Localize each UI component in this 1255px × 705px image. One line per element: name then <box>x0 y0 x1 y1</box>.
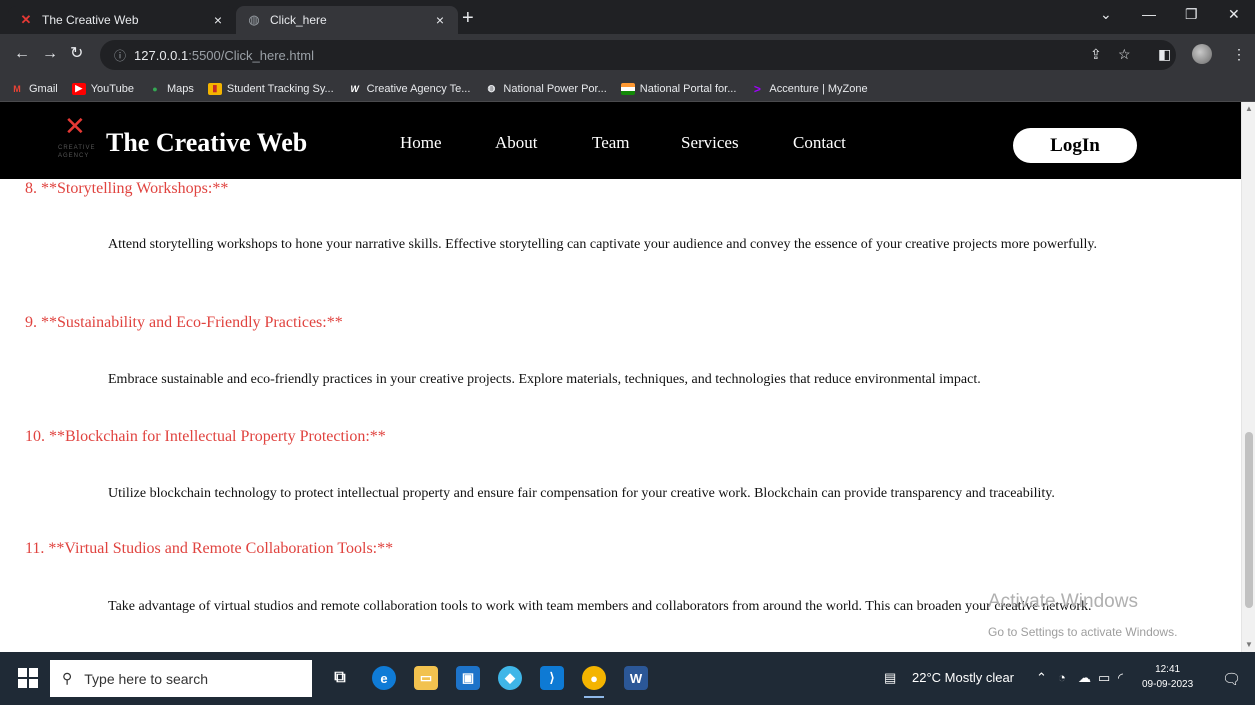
page-scrollbar[interactable]: ▲ ▼ <box>1241 102 1255 652</box>
login-button[interactable]: LogIn <box>1013 128 1137 163</box>
close-icon[interactable]: × <box>210 12 226 28</box>
section-heading: 10. **Blockchain for Intellectual Proper… <box>25 428 386 445</box>
globe-icon: ◍ <box>248 12 260 27</box>
bookmark-maps[interactable]: ● Maps <box>148 83 194 95</box>
tab-title: The Creative Web <box>42 13 139 27</box>
app-icon[interactable]: ◆ <box>498 666 522 690</box>
site-brand[interactable]: The Creative Web <box>106 128 307 158</box>
taskbar-clock[interactable]: 12:41 09-09-2023 <box>1142 662 1193 692</box>
new-tab-icon[interactable]: + <box>462 8 474 28</box>
accenture-icon: > <box>753 81 761 96</box>
scroll-up-icon[interactable]: ▲ <box>1242 104 1255 113</box>
windows-taskbar: ⚲ Type here to search ⧉ e ▭ ▣ ◆ ⟩ ● W ▤ … <box>0 652 1255 705</box>
india-flag-icon <box>620 82 635 95</box>
tab-title: Click_here <box>270 13 327 27</box>
url-path: :5500/Click_here.html <box>188 47 314 63</box>
section-text: Utilize blockchain technology to protect… <box>108 486 1055 501</box>
chevron-up-icon[interactable]: ⌃ <box>1036 670 1047 686</box>
wifi-icon[interactable]: ◜ <box>1118 670 1123 686</box>
bookmark-national-portal[interactable]: National Portal for... <box>620 82 736 95</box>
bookmark-gmail[interactable]: M Gmail <box>10 83 57 95</box>
chrome-icon[interactable]: ● <box>582 666 606 698</box>
browser-tab-strip: ✕ The Creative Web × ◍ Click_here × + ⌄ … <box>0 0 1255 34</box>
news-widget-icon[interactable]: ▤ <box>884 670 896 686</box>
section-heading: 8. **Storytelling Workshops:** <box>25 180 229 197</box>
w-icon: W <box>350 83 359 94</box>
edge-icon[interactable]: e <box>372 666 396 690</box>
nav-home[interactable]: Home <box>400 133 442 153</box>
store-icon[interactable]: ▣ <box>456 666 480 690</box>
tab-the-creative-web[interactable]: ✕ The Creative Web × <box>8 6 236 34</box>
battery-icon[interactable]: ▭ <box>1098 670 1110 686</box>
task-view-icon[interactable]: ⧉ <box>328 666 352 690</box>
back-icon[interactable]: ← <box>14 46 30 62</box>
avatar[interactable] <box>1192 44 1212 64</box>
bookmark-creative-agency[interactable]: W Creative Agency Te... <box>348 83 470 95</box>
window-close-icon[interactable]: ✕ <box>1228 6 1240 23</box>
meet-icon[interactable]: ◔ <box>1058 670 1066 685</box>
scrollbar-thumb[interactable] <box>1245 432 1253 608</box>
maps-icon: ● <box>152 83 158 94</box>
page-viewport: ✕ CREATIVE AGENCY The Creative Web Home … <box>0 102 1255 652</box>
nav-contact[interactable]: Contact <box>793 133 846 153</box>
close-icon[interactable]: × <box>432 12 448 28</box>
activate-windows-subtitle: Go to Settings to activate Windows. <box>988 625 1178 639</box>
scroll-down-icon[interactable]: ▼ <box>1242 640 1255 649</box>
side-panel-icon[interactable]: ◧ <box>1158 46 1171 63</box>
section-text: Attend storytelling workshops to hone yo… <box>108 237 1098 252</box>
url-host: 127.0.0.1 <box>134 47 189 63</box>
search-placeholder: Type here to search <box>84 670 209 687</box>
file-explorer-icon[interactable]: ▭ <box>414 666 438 690</box>
x-logo-icon: ✕ <box>64 112 86 142</box>
bookmark-accenture[interactable]: > Accenture | MyZone <box>750 81 868 96</box>
section-heading: 11. **Virtual Studios and Remote Collabo… <box>25 540 394 557</box>
browser-toolbar: ← → ↻ ⓘ 127.0.0.1:5500/Click_here.html ⇪… <box>0 34 1255 76</box>
clock-date: 09-09-2023 <box>1142 679 1194 690</box>
bookmark-youtube[interactable]: ▶ YouTube <box>71 82 134 95</box>
tab-click-here[interactable]: ◍ Click_here × <box>236 6 458 34</box>
gmail-icon: M <box>13 83 21 94</box>
section-heading: 9. **Sustainability and Eco-Friendly Pra… <box>25 314 343 331</box>
more-menu-icon[interactable]: ⋮ <box>1232 46 1246 63</box>
bookmark-star-icon[interactable]: ☆ <box>1118 46 1131 63</box>
chevron-down-icon[interactable]: ⌄ <box>1100 6 1112 23</box>
globe-icon: ◍ <box>487 83 496 93</box>
minimize-icon[interactable]: — <box>1142 6 1156 22</box>
bookmark-national-power[interactable]: ◍ National Power Por... <box>484 83 606 95</box>
taskbar-search-input[interactable]: ⚲ Type here to search <box>50 660 312 697</box>
search-icon: ⚲ <box>62 670 73 686</box>
site-navbar: ✕ CREATIVE AGENCY The Creative Web Home … <box>0 102 1241 179</box>
logo-subtext: CREATIVE AGENCY <box>58 145 96 159</box>
cloud-icon[interactable]: ☁ <box>1078 670 1091 686</box>
restore-icon[interactable]: ❐ <box>1185 6 1198 23</box>
nav-team[interactable]: Team <box>592 133 630 153</box>
vscode-icon[interactable]: ⟩ <box>540 666 564 690</box>
bookmarks-bar: M Gmail ▶ YouTube ● Maps ▮ Student Tracking … <box>0 76 1255 102</box>
activate-windows-title: Activate Windows <box>988 591 1138 612</box>
notification-icon[interactable]: 🗨 <box>1222 670 1241 688</box>
nav-services[interactable]: Services <box>681 133 739 153</box>
site-logo[interactable]: ✕ CREATIVE AGENCY <box>58 112 95 162</box>
word-icon[interactable]: W <box>624 666 648 690</box>
nav-about[interactable]: About <box>495 133 538 153</box>
forward-icon[interactable]: → <box>42 46 58 62</box>
section-text: Embrace sustainable and eco-friendly pra… <box>108 372 981 387</box>
info-icon[interactable]: ⓘ <box>114 47 126 64</box>
share-icon[interactable]: ⇪ <box>1090 46 1102 63</box>
chart-icon: ▮ <box>207 82 222 95</box>
clock-time: 12:41 <box>1155 664 1181 675</box>
address-bar[interactable]: ⓘ 127.0.0.1:5500/Click_here.html <box>100 40 1176 70</box>
youtube-icon: ▶ <box>71 82 86 95</box>
bookmark-student-tracking[interactable]: ▮ Student Tracking Sy... <box>207 82 334 95</box>
x-logo-icon: ✕ <box>20 12 32 27</box>
weather-text[interactable]: 22°C Mostly clear <box>912 670 1014 685</box>
reload-icon[interactable]: ↻ <box>70 46 83 62</box>
windows-start-icon[interactable] <box>18 668 38 688</box>
